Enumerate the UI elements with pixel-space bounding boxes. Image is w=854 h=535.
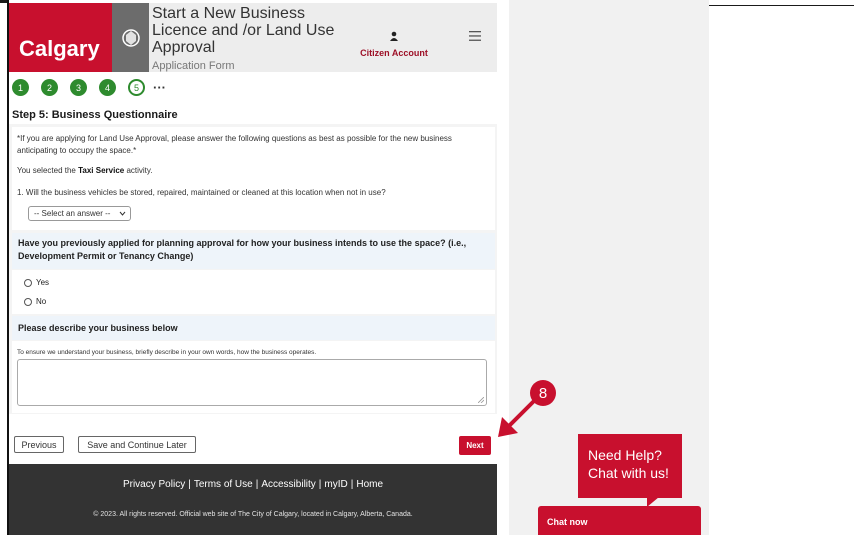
footer-links: Privacy Policy | Terms of Use | Accessibilit…	[9, 479, 497, 490]
selected-activity: Taxi Service	[78, 166, 125, 175]
resize-handle-icon	[478, 397, 484, 403]
business-description-textarea[interactable]	[17, 359, 487, 406]
footer-separator: |	[255, 479, 259, 490]
page-footer: Privacy Policy | Terms of Use | Accessibilit…	[9, 464, 497, 535]
need-help-bubble[interactable]: Need Help? Chat with us!	[578, 434, 682, 498]
citizen-account-link[interactable]: Citizen Account	[359, 31, 429, 61]
step-4[interactable]: 4	[99, 79, 116, 96]
land-use-note: *If you are applying for Land Use Approv…	[17, 134, 452, 155]
step-title: Step 5: Business Questionnaire	[12, 109, 178, 121]
citizen-account-label: Citizen Account	[360, 48, 428, 58]
question-1: 1. Will the business vehicles be stored,…	[17, 188, 386, 197]
radio-yes-label: Yes	[36, 278, 50, 287]
radio-no-label: No	[36, 297, 47, 306]
step-1[interactable]: 1	[12, 79, 29, 96]
save-continue-later-button[interactable]: Save and Continue Later	[78, 436, 196, 453]
footer-link-privacy[interactable]: Privacy Policy	[123, 479, 185, 490]
chevron-down-icon	[119, 207, 126, 224]
planning-options-card	[12, 270, 495, 314]
app-header: Calgary Start a New Business Licence and…	[9, 3, 497, 72]
top-border-line-right	[706, 5, 854, 6]
radio-no[interactable]	[24, 297, 32, 306]
selected-suffix: activity.	[126, 166, 153, 175]
city-crest-icon	[112, 3, 149, 72]
radio-option-no[interactable]: No	[24, 297, 46, 306]
more-steps-indicator: ···	[153, 80, 166, 95]
app-title: Start a New Business Licence and /or Lan…	[152, 5, 335, 56]
planning-question: Have you previously applied for planning…	[18, 238, 467, 261]
previous-button[interactable]: Previous	[14, 436, 64, 453]
footer-link-myid[interactable]: myID	[324, 479, 347, 490]
footer-link-accessibility[interactable]: Accessibility	[261, 479, 315, 490]
next-button[interactable]: Next	[459, 436, 491, 455]
step-2[interactable]: 2	[41, 79, 58, 96]
help-line-2: Chat with us!	[588, 465, 669, 481]
hamburger-menu-icon[interactable]	[469, 28, 481, 46]
step-5-current[interactable]: 5	[128, 79, 145, 96]
radio-option-yes[interactable]: Yes	[24, 278, 49, 287]
help-line-1: Need Help?	[588, 447, 662, 463]
progress-stepper: 1 2 3 4 5 ···	[12, 79, 166, 96]
selected-activity-text: You selected the Taxi Service activity.	[17, 165, 153, 177]
chat-now-button[interactable]: Chat now	[538, 506, 701, 535]
app-subtitle: Application Form	[152, 60, 235, 72]
user-icon	[359, 31, 429, 43]
selected-prefix: You selected the	[17, 166, 76, 175]
answer-select[interactable]: -- Select an answer --	[28, 206, 131, 221]
callout-arrow-icon	[498, 397, 538, 437]
footer-separator: |	[350, 479, 354, 490]
footer-separator: |	[188, 479, 191, 490]
calgary-logo[interactable]: Calgary	[9, 3, 112, 72]
describe-heading: Please describe your business below	[18, 323, 178, 333]
describe-hint: To ensure we understand your business, b…	[17, 349, 317, 356]
footer-copyright: © 2023. All rights reserved. Official we…	[93, 511, 413, 518]
radio-yes[interactable]	[24, 278, 32, 287]
select-value: -- Select an answer --	[34, 209, 111, 218]
step-3[interactable]: 3	[70, 79, 87, 96]
footer-link-terms[interactable]: Terms of Use	[194, 479, 253, 490]
footer-link-home[interactable]: Home	[356, 479, 383, 490]
brand-name: Calgary	[19, 36, 100, 61]
footer-separator: |	[318, 479, 322, 490]
